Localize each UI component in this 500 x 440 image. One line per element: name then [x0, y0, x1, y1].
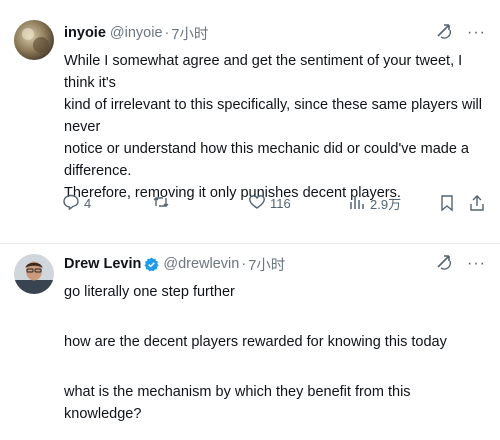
bookmark-icon[interactable]	[438, 194, 456, 212]
more-icon[interactable]: ···	[467, 25, 486, 41]
grok-icon[interactable]	[435, 22, 453, 44]
tweet-line: what is the mechanism by which they bene…	[64, 384, 411, 422]
tweet-line: how are the decent players rewarded for …	[64, 334, 447, 350]
tweet-time[interactable]: 7小时	[171, 23, 208, 44]
tweet-line: go literally one step further	[64, 284, 235, 300]
grok-icon[interactable]	[435, 253, 453, 275]
views-icon	[348, 193, 366, 214]
tweet-header: Drew Levin @drewlevin · 7小时 ···	[64, 253, 486, 275]
author-handle[interactable]: @inyoie	[110, 25, 163, 41]
tweet-actions: 4 116 2.9万	[62, 192, 486, 214]
tweet-time[interactable]: 7小时	[248, 254, 285, 275]
views-count: 2.9万	[370, 196, 402, 212]
author-name[interactable]: inyoie	[64, 25, 106, 41]
like-icon	[248, 193, 266, 214]
retweet-icon	[152, 193, 170, 214]
retweet-button[interactable]	[152, 193, 248, 214]
tweet-header: inyoie @inyoie · 7小时 ···	[64, 22, 486, 44]
separator-dot: ·	[164, 25, 170, 41]
tweet-line-blank	[64, 303, 486, 325]
like-button[interactable]: 116	[248, 193, 348, 214]
tweet-line: While I somewhat agree and get the senti…	[64, 53, 463, 91]
verified-icon	[144, 256, 159, 272]
author-name[interactable]: Drew Levin	[64, 256, 141, 272]
reply-count: 4	[84, 195, 92, 211]
author-handle[interactable]: @drewlevin	[163, 256, 239, 272]
separator-dot: ·	[241, 256, 247, 272]
tweet-text: While I somewhat agree and get the senti…	[64, 50, 486, 204]
tweet-inyoie[interactable]: inyoie @inyoie · 7小时 ··· While I somewha…	[0, 0, 500, 243]
views-button[interactable]: 2.9万	[348, 193, 436, 214]
tweet-content: inyoie @inyoie · 7小时 ··· While I somewha…	[64, 22, 486, 204]
avatar-inyoie[interactable]	[14, 20, 54, 60]
reply-button[interactable]: 4	[62, 193, 152, 214]
tweet-line: notice or understand how this mechanic d…	[64, 141, 469, 179]
like-count: 116	[270, 195, 291, 211]
reply-icon	[62, 193, 80, 214]
more-icon[interactable]: ···	[467, 256, 486, 272]
tweet-line: kind of irrelevant to this specifically,…	[64, 97, 482, 135]
tweet-actions-right	[438, 194, 486, 212]
tweet-text: go literally one step further how are th…	[64, 281, 486, 425]
share-icon[interactable]	[468, 194, 486, 212]
tweet-line-blank	[64, 353, 486, 375]
tweet-content: Drew Levin @drewlevin · 7小时 ··· go liter…	[64, 253, 486, 425]
avatar-drewlevin[interactable]	[14, 254, 54, 294]
